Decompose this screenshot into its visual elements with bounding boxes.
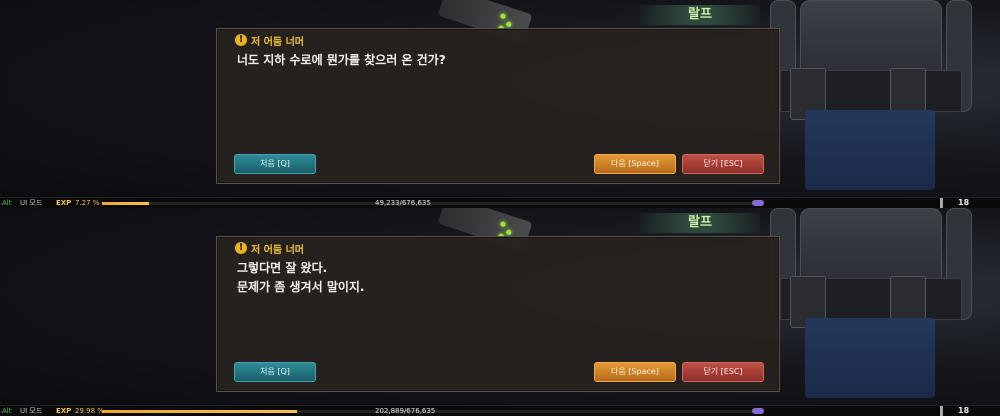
pet-marker-icon bbox=[752, 408, 764, 414]
close-button[interactable]: 닫기 [ESC] bbox=[682, 154, 764, 174]
dialog-line: 그렇다면 잘 왔다. bbox=[237, 261, 328, 275]
dialog-line: 문제가 좀 생겨서 말이지. bbox=[237, 280, 365, 294]
dialog-title-row: ! 저 어둠 너머 bbox=[235, 240, 304, 256]
pet-marker-icon bbox=[752, 200, 764, 206]
level-number: 18 bbox=[958, 406, 970, 415]
first-button[interactable]: 처음 [Q] bbox=[234, 154, 316, 174]
dialog-text: 그렇다면 잘 왔다. 문제가 좀 생겨서 말이지. bbox=[237, 259, 365, 297]
exp-bar-fill bbox=[102, 410, 297, 413]
level-divider bbox=[940, 406, 943, 416]
close-button[interactable]: 닫기 [ESC] bbox=[682, 362, 764, 382]
dialog-title: 저 어둠 너머 bbox=[251, 36, 304, 48]
exp-percent: 7.27 % bbox=[75, 199, 100, 207]
dialog-title: 저 어둠 너머 bbox=[251, 244, 304, 256]
exp-numbers: 202,889/676,635 bbox=[375, 407, 436, 415]
ui-mode-toggle[interactable]: UI 모드 bbox=[20, 198, 42, 208]
alt-key-label: Alt bbox=[2, 407, 12, 415]
first-button[interactable]: 처음 [Q] bbox=[234, 362, 316, 382]
exp-label: EXP bbox=[56, 199, 72, 207]
npc-name-tag: 랄프 bbox=[640, 213, 760, 233]
exp-bar-fill bbox=[102, 202, 150, 205]
dialog-screen-1: 랄프 ! 저 어둠 너머 너도 지하 수로에 뭔가를 찾으러 온 건가? 처음 … bbox=[0, 0, 1000, 208]
exclamation-circle-icon: ! bbox=[235, 34, 247, 46]
exp-percent: 29.98 % bbox=[75, 407, 104, 415]
exp-numbers: 49,233/676,635 bbox=[375, 199, 431, 207]
exp-label: EXP bbox=[56, 407, 72, 415]
next-button[interactable]: 다음 [Space] bbox=[594, 362, 676, 382]
npc-name-tag: 랄프 bbox=[640, 5, 760, 25]
npc-character-image bbox=[770, 208, 972, 398]
next-button[interactable]: 다음 [Space] bbox=[594, 154, 676, 174]
exclamation-circle-icon: ! bbox=[235, 242, 247, 254]
npc-character-image bbox=[770, 0, 972, 190]
status-bar: Alt UI 모드 EXP 29.98 % 202,889/676,635 18 bbox=[0, 405, 1000, 416]
dialog-title-row: ! 저 어둠 너머 bbox=[235, 32, 304, 48]
dialog-text: 너도 지하 수로에 뭔가를 찾으러 온 건가? bbox=[237, 51, 446, 70]
ui-mode-toggle[interactable]: UI 모드 bbox=[20, 406, 42, 416]
dialog-box: ! 저 어둠 너머 그렇다면 잘 왔다. 문제가 좀 생겨서 말이지. 처음 [… bbox=[216, 236, 780, 392]
status-bar: Alt UI 모드 EXP 7.27 % 49,233/676,635 18 bbox=[0, 197, 1000, 208]
dialog-box: ! 저 어둠 너머 너도 지하 수로에 뭔가를 찾으러 온 건가? 처음 [Q]… bbox=[216, 28, 780, 184]
level-number: 18 bbox=[958, 198, 970, 207]
alt-key-label: Alt bbox=[2, 199, 12, 207]
level-divider bbox=[940, 198, 943, 208]
dialog-line: 너도 지하 수로에 뭔가를 찾으러 온 건가? bbox=[237, 53, 446, 67]
dialog-screen-2: 랄프 ! 저 어둠 너머 그렇다면 잘 왔다. 문제가 좀 생겨서 말이지. 처… bbox=[0, 208, 1000, 416]
